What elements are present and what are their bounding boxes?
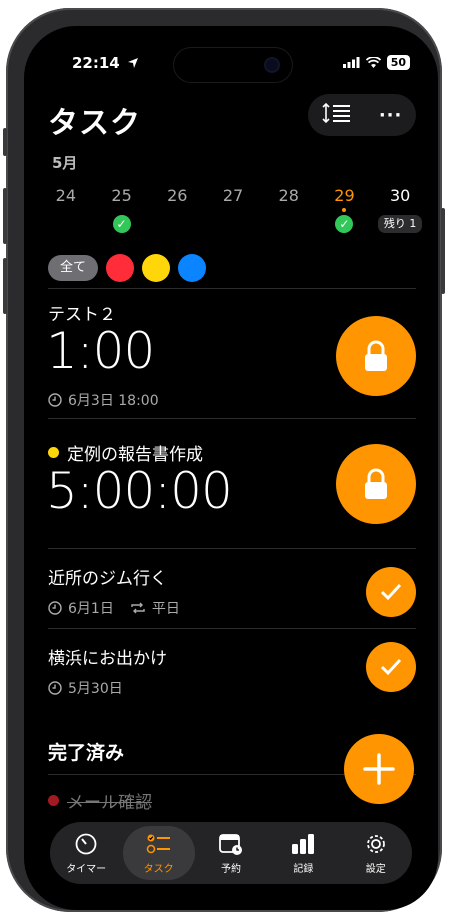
task-meta: 6月3日 18:00	[48, 390, 159, 410]
remaining-badge: 残り 1	[378, 215, 423, 233]
lock-icon	[365, 468, 387, 499]
checkmark-icon	[380, 658, 402, 676]
divider	[48, 288, 416, 289]
status-bar: 22:14 50	[24, 26, 438, 82]
filter-all-button[interactable]: 全て	[48, 255, 99, 281]
day-30[interactable]: 30 残り 1	[372, 186, 428, 233]
more-button[interactable]: ···	[379, 105, 403, 126]
lock-button[interactable]	[336, 444, 416, 524]
day-29-today[interactable]: 29 ✓	[317, 186, 373, 233]
day-number: 25	[111, 186, 132, 205]
action-button	[3, 128, 7, 156]
cellular-signal-icon	[342, 57, 360, 68]
plus-icon	[363, 753, 395, 785]
task-date: 6月3日 18:00	[68, 393, 159, 409]
task-meta: 5月30日	[48, 678, 123, 698]
tab-timer[interactable]: タイマー	[50, 826, 122, 880]
divider	[48, 628, 416, 629]
task-duration: 1:00	[46, 322, 155, 380]
tab-label: 設定	[365, 863, 386, 875]
clock-text: 22:14	[72, 54, 120, 72]
status-time: 22:14	[72, 54, 139, 72]
day-26[interactable]: 26	[149, 186, 205, 233]
divider	[48, 548, 416, 549]
divider	[48, 418, 416, 419]
color-filters: 全て	[48, 254, 207, 282]
task-meta: 6月1日 平日	[48, 598, 180, 618]
power-button	[441, 208, 445, 294]
task-date: 6月1日	[68, 601, 114, 617]
sort-button[interactable]	[322, 102, 352, 128]
day-25[interactable]: 25 ✓	[94, 186, 150, 233]
tab-bar: タイマー タスク 予約 記録 設定	[50, 822, 412, 884]
task-date: 5月30日	[68, 681, 123, 697]
day-number: 24	[55, 186, 77, 205]
completed-task-item[interactable]: メール確認	[48, 788, 152, 813]
task-color-dot	[48, 447, 59, 458]
dynamic-island	[174, 48, 292, 82]
filter-blue[interactable]	[178, 254, 207, 282]
today-dot	[341, 208, 346, 212]
tab-records[interactable]: 記録	[267, 826, 339, 880]
day-number: 28	[278, 186, 299, 205]
clock-icon	[48, 393, 62, 407]
task-color-dot	[48, 795, 59, 806]
day-27[interactable]: 27	[205, 186, 261, 233]
header-toolbar: ···	[308, 94, 416, 136]
tab-label: タスク	[143, 863, 174, 875]
wifi-icon	[365, 57, 381, 68]
task-duration: 5:00:00	[46, 462, 233, 520]
task-name: メール確認	[67, 793, 152, 813]
day-number: 29	[334, 186, 355, 205]
checkmark-icon	[380, 583, 402, 601]
week-strip: 24 25 ✓ 26 27 28 29 ✓ 30 残り 1	[38, 186, 428, 233]
lock-icon	[365, 340, 387, 371]
completed-check-icon: ✓	[112, 215, 131, 233]
tab-reservations[interactable]: 予約	[195, 826, 267, 880]
clock-icon	[48, 681, 62, 695]
lock-button[interactable]	[336, 316, 416, 396]
task-repeat: 平日	[151, 601, 180, 617]
add-task-button[interactable]	[344, 734, 414, 804]
bar-chart-icon	[292, 833, 315, 854]
timer-icon	[75, 833, 97, 854]
camera-icon	[266, 59, 278, 71]
location-arrow-icon	[127, 58, 138, 68]
day-number: 26	[167, 186, 188, 205]
clock-icon	[48, 601, 62, 615]
completed-section-title: 完了済み	[48, 742, 125, 764]
task-name: 横浜にお出かけ	[48, 649, 167, 669]
day-24[interactable]: 24	[38, 186, 94, 233]
task-list-icon	[146, 834, 170, 853]
gear-icon	[366, 834, 385, 853]
tab-label: タイマー	[66, 863, 107, 875]
filter-red[interactable]	[106, 254, 135, 282]
tab-tasks[interactable]: タスク	[122, 826, 195, 880]
day-28[interactable]: 28	[261, 186, 317, 233]
complete-button[interactable]	[366, 567, 416, 617]
screen: 22:14 50 タスク ··· 5月 24 25 ✓ 26 27 28 29 …	[24, 26, 438, 910]
tab-label: 記録	[293, 863, 314, 875]
task-name: 近所のジム行く	[48, 569, 167, 589]
calendar-clock-icon	[219, 833, 242, 855]
completed-check-icon: ✓	[335, 215, 354, 233]
tab-label: 予約	[220, 863, 241, 875]
volume-up-button	[3, 188, 7, 244]
tab-settings[interactable]: 設定	[340, 826, 412, 880]
month-label: 5月	[52, 154, 78, 172]
day-number: 27	[222, 186, 244, 205]
complete-button[interactable]	[366, 642, 416, 692]
filter-yellow[interactable]	[142, 254, 171, 282]
volume-down-button	[3, 258, 7, 314]
day-number: 30	[389, 186, 411, 205]
page-title: タスク	[48, 106, 141, 141]
phone-frame: 22:14 50 タスク ··· 5月 24 25 ✓ 26 27 28 29 …	[3, 8, 445, 912]
repeat-icon	[131, 602, 145, 614]
battery-indicator: 50	[386, 55, 410, 70]
sort-icon	[322, 102, 350, 124]
status-icons: 50	[342, 55, 410, 70]
